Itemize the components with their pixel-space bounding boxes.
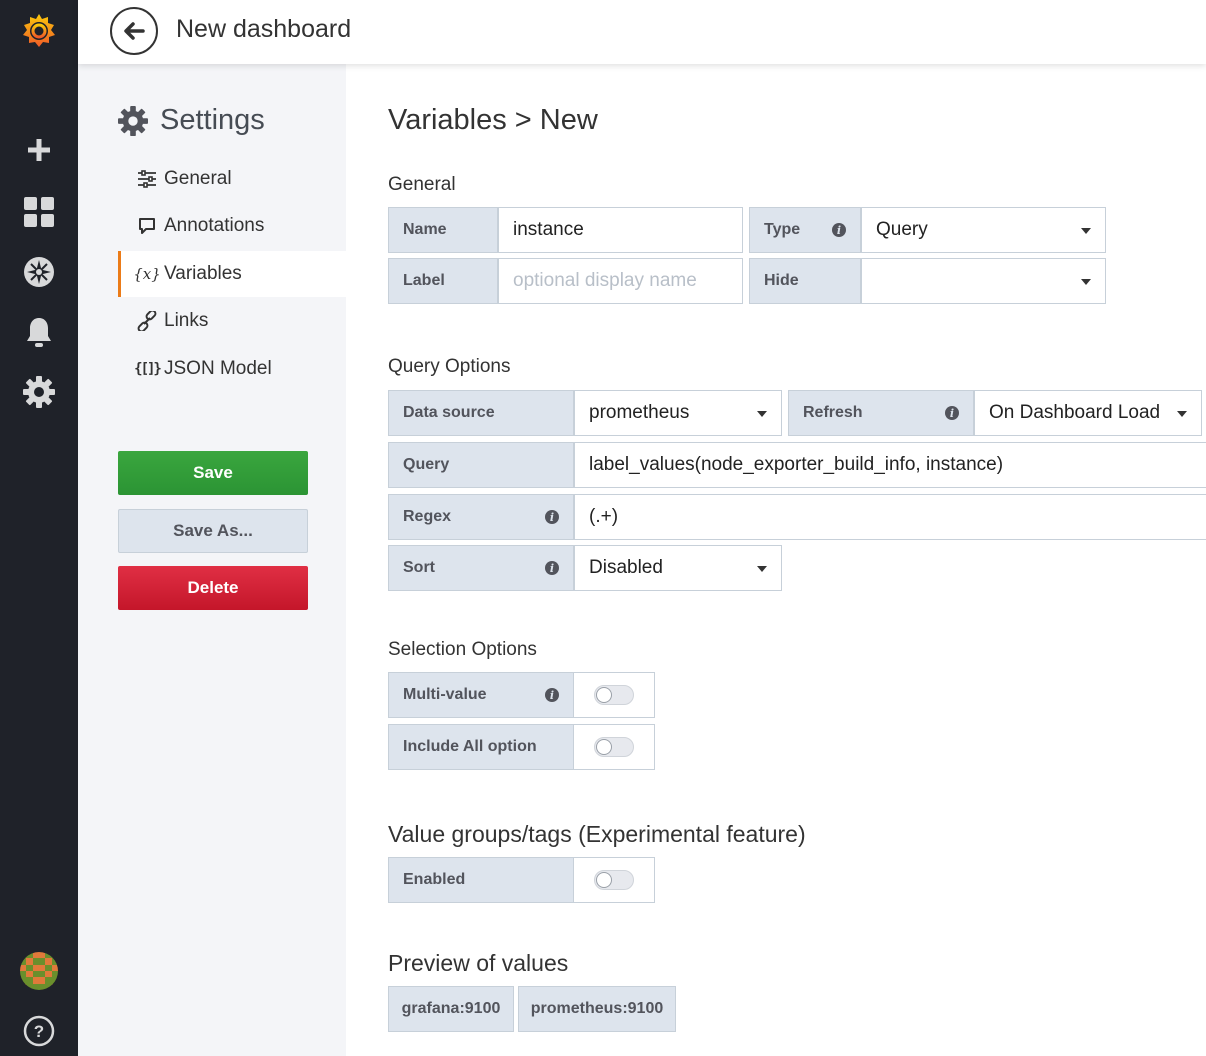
settings-nav-links[interactable]: Links bbox=[118, 298, 346, 344]
regex-label-text: Regex bbox=[403, 508, 452, 525]
dashboards-grid-icon[interactable] bbox=[0, 192, 78, 232]
info-icon[interactable]: i bbox=[545, 561, 559, 575]
sort-label-text: Sort bbox=[403, 559, 435, 576]
top-bar: New dashboard bbox=[78, 0, 1206, 64]
info-icon[interactable]: i bbox=[545, 510, 559, 524]
datasource-label: Data source bbox=[388, 390, 574, 436]
include-all-label: Include All option bbox=[388, 724, 574, 770]
toggle-knob bbox=[596, 739, 612, 755]
refresh-select[interactable]: On Dashboard Load bbox=[974, 390, 1202, 436]
type-select-value: Query bbox=[876, 219, 928, 240]
save-button[interactable]: Save bbox=[118, 451, 308, 495]
settings-nav-label: General bbox=[164, 168, 232, 189]
side-nav: ? bbox=[0, 0, 78, 1056]
settings-nav-annotations[interactable]: Annotations bbox=[118, 203, 346, 249]
hide-label: Hide bbox=[749, 258, 861, 304]
label-label: Label bbox=[388, 258, 498, 304]
settings-gear-icon bbox=[118, 105, 148, 136]
user-avatar[interactable] bbox=[0, 950, 78, 992]
refresh-label-text: Refresh bbox=[803, 404, 863, 421]
create-plus-icon[interactable] bbox=[0, 130, 78, 170]
toggle-knob bbox=[596, 872, 612, 888]
sort-select-value: Disabled bbox=[589, 557, 663, 578]
refresh-select-value: On Dashboard Load bbox=[989, 402, 1161, 423]
type-select[interactable]: Query bbox=[861, 207, 1106, 253]
grafana-logo-icon[interactable] bbox=[0, 8, 78, 54]
sort-select[interactable]: Disabled bbox=[574, 545, 782, 591]
settings-nav-label: JSON Model bbox=[164, 358, 272, 379]
caret-down-icon bbox=[1081, 228, 1091, 234]
svg-text:?: ? bbox=[34, 1022, 44, 1041]
name-label: Name bbox=[388, 207, 498, 253]
enabled-switch[interactable] bbox=[573, 857, 655, 903]
toggle-switch[interactable] bbox=[594, 737, 634, 757]
sort-label: Sort i bbox=[388, 545, 574, 591]
datasource-select-value: prometheus bbox=[589, 402, 690, 423]
explore-compass-icon[interactable] bbox=[0, 252, 78, 292]
value-groups-section-title: Value groups/tags (Experimental feature) bbox=[388, 821, 806, 847]
caret-down-icon bbox=[1177, 411, 1187, 417]
sliders-icon bbox=[136, 170, 158, 188]
settings-nav-general[interactable]: General bbox=[118, 156, 346, 202]
link-icon bbox=[136, 311, 158, 331]
info-icon[interactable]: i bbox=[545, 688, 559, 702]
query-input[interactable]: label_values(node_exporter_build_info, i… bbox=[574, 442, 1206, 488]
enabled-label: Enabled bbox=[388, 857, 574, 903]
name-input[interactable]: instance bbox=[498, 207, 743, 253]
general-section-title: General bbox=[388, 174, 456, 195]
toggle-switch[interactable] bbox=[594, 870, 634, 890]
help-question-icon[interactable]: ? bbox=[0, 1012, 78, 1050]
delete-button[interactable]: Delete bbox=[118, 566, 308, 610]
include-all-switch[interactable] bbox=[573, 724, 655, 770]
save-as-button[interactable]: Save As... bbox=[118, 509, 308, 553]
settings-nav-variables[interactable]: {x} Variables bbox=[118, 251, 346, 297]
json-brackets-icon: {[]} bbox=[134, 361, 162, 377]
query-label: Query bbox=[388, 442, 574, 488]
datasource-select[interactable]: prometheus bbox=[574, 390, 782, 436]
multi-value-label: Multi-value i bbox=[388, 672, 574, 718]
caret-down-icon bbox=[1081, 279, 1091, 285]
caret-down-icon bbox=[757, 566, 767, 572]
caret-down-icon bbox=[757, 411, 767, 417]
settings-sidebar: Settings General Annotations {x} Variabl… bbox=[78, 64, 346, 1056]
configuration-gear-icon[interactable] bbox=[0, 372, 78, 412]
regex-label: Regex i bbox=[388, 494, 574, 540]
multi-value-switch[interactable] bbox=[573, 672, 655, 718]
page-title: Variables > New bbox=[388, 104, 598, 136]
dashboard-title: New dashboard bbox=[176, 15, 352, 43]
alerting-bell-icon[interactable] bbox=[0, 312, 78, 352]
info-icon[interactable]: i bbox=[832, 223, 846, 237]
settings-nav-json-model[interactable]: {[]} JSON Model bbox=[118, 346, 346, 392]
settings-heading-label: Settings bbox=[160, 104, 265, 136]
preview-section-title: Preview of values bbox=[388, 950, 569, 976]
arrow-left-icon bbox=[124, 22, 145, 40]
regex-input[interactable]: (.+) bbox=[574, 494, 1206, 540]
settings-nav-label: Links bbox=[164, 310, 209, 331]
settings-nav-label: Variables bbox=[164, 263, 242, 284]
settings-nav-label: Annotations bbox=[164, 215, 265, 236]
variable-braces-icon: {x} bbox=[133, 265, 161, 283]
refresh-label: Refresh i bbox=[788, 390, 974, 436]
type-label: Type i bbox=[749, 207, 861, 253]
selection-options-section-title: Selection Options bbox=[388, 639, 537, 660]
toggle-knob bbox=[596, 687, 612, 703]
settings-heading: Settings bbox=[118, 104, 265, 137]
comment-icon bbox=[136, 217, 158, 235]
variable-editor: Variables > New General Name instance Ty… bbox=[346, 64, 1206, 1056]
info-icon[interactable]: i bbox=[945, 406, 959, 420]
type-label-text: Type bbox=[764, 221, 801, 238]
label-input[interactable]: optional display name bbox=[498, 258, 743, 304]
query-options-section-title: Query Options bbox=[388, 356, 511, 377]
back-arrow-button[interactable] bbox=[110, 7, 158, 55]
toggle-switch[interactable] bbox=[594, 685, 634, 705]
hide-select[interactable] bbox=[861, 258, 1106, 304]
preview-value-tag: prometheus:9100 bbox=[518, 986, 676, 1032]
multi-value-label-text: Multi-value bbox=[403, 686, 487, 703]
preview-value-tag: grafana:9100 bbox=[388, 986, 514, 1032]
